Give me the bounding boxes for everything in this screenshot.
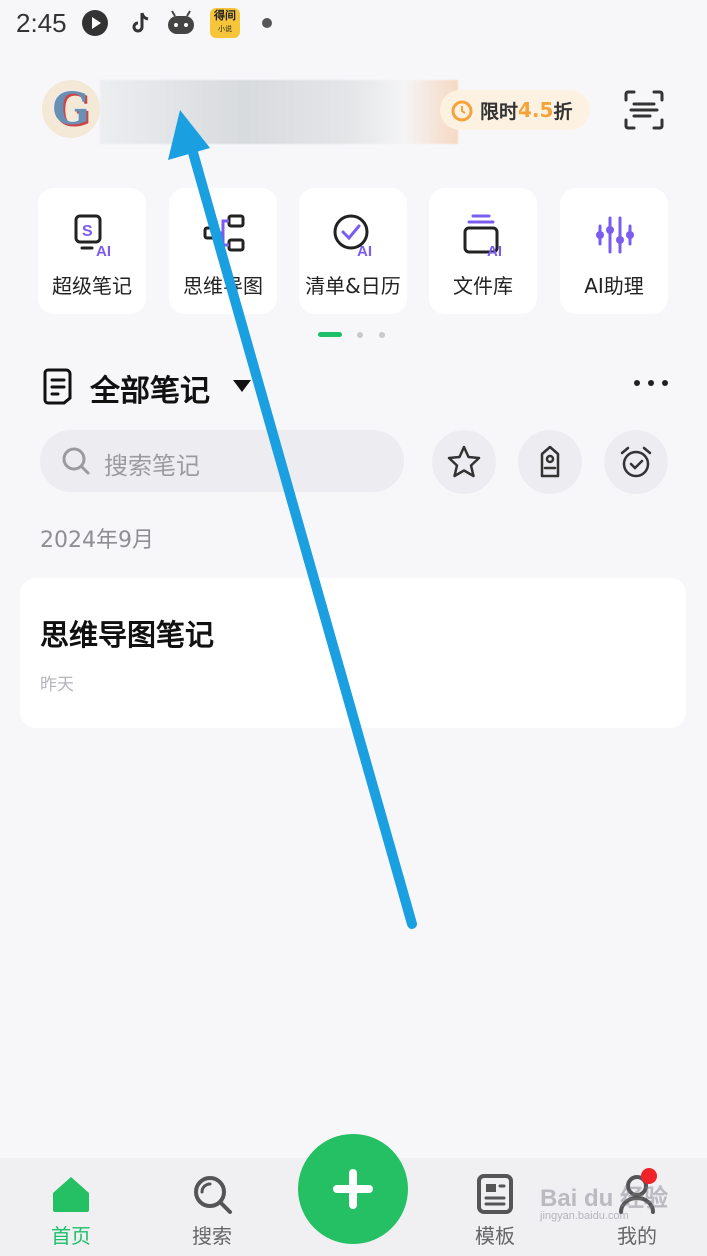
tile-super-note[interactable]: S AI 超级笔记 (38, 188, 146, 314)
star-icon (447, 445, 481, 478)
nav-home[interactable]: 首页 (26, 1172, 116, 1252)
svg-text:AI: AI (487, 243, 502, 260)
svg-text:AI: AI (96, 243, 111, 260)
tile-label: 清单&日历 (305, 274, 401, 298)
status-bar: 2:45 得间 小说 (0, 0, 707, 50)
tile-label: 文件库 (453, 274, 513, 298)
tiles-pager (318, 332, 398, 338)
scan-icon[interactable] (620, 86, 668, 134)
promo-value: 4.5 (518, 98, 554, 122)
chevron-down-icon[interactable] (233, 380, 251, 392)
notes-section-title[interactable]: 全部笔记 (90, 366, 210, 410)
nav-profile-label: 我的 (617, 1224, 657, 1248)
video-app-icon (82, 10, 108, 36)
tile-label: 思维导图 (183, 274, 263, 298)
pager-dot (379, 332, 385, 338)
checklist-ai-icon: AI (333, 214, 372, 260)
search-icon (62, 447, 90, 475)
tile-ai-assistant[interactable]: AI助理 (560, 188, 668, 314)
tile-label: AI助理 (584, 274, 644, 298)
pager-dot (357, 332, 363, 338)
username-blurred[interactable] (100, 80, 458, 144)
notes-section-header: 全部笔记 (40, 364, 670, 414)
note-time: 昨天 (40, 675, 74, 695)
note-title: 思维导图笔记 (40, 618, 215, 652)
nav-search[interactable]: 搜索 (167, 1172, 257, 1252)
home-icon (53, 1177, 89, 1212)
search-placeholder: 搜索笔记 (104, 452, 200, 480)
promo-badge[interactable]: 限时 4.5 折 (440, 90, 590, 130)
mindmap-icon (203, 214, 245, 252)
pager-dot-active (318, 332, 342, 337)
more-options-button[interactable] (634, 380, 670, 390)
novel-app-icon: 得间 小说 (210, 8, 240, 38)
template-icon (477, 1174, 513, 1214)
avatar[interactable]: G (42, 80, 100, 138)
tile-checklist[interactable]: AI 清单&日历 (299, 188, 407, 314)
add-note-button[interactable] (298, 1134, 408, 1244)
ai-assistant-icon (596, 216, 634, 254)
watermark-url: jingyan.baidu.com (540, 1210, 629, 1222)
status-time: 2:45 (16, 8, 67, 38)
nav-home-label: 首页 (51, 1224, 91, 1248)
date-group-label: 2024年9月 (40, 528, 154, 553)
svg-text:AI: AI (357, 243, 372, 260)
notification-dot (262, 18, 272, 28)
nav-search-label: 搜索 (192, 1224, 232, 1248)
nav-templates-label: 模板 (475, 1224, 515, 1248)
tag-icon (540, 445, 560, 478)
watermark: Bai du 经验 (540, 1185, 669, 1212)
novel-app-sub: 小说 (218, 25, 232, 33)
note-card[interactable]: 思维导图笔记 昨天 (20, 578, 686, 728)
notebook-icon (43, 368, 72, 405)
search-icon (194, 1176, 232, 1214)
game-icon (168, 10, 194, 34)
tag-filter-button[interactable] (518, 430, 582, 494)
search-input[interactable]: 搜索笔记 (40, 430, 404, 492)
tile-file-library[interactable]: AI 文件库 (429, 188, 537, 314)
favorites-filter-button[interactable] (432, 430, 496, 494)
tile-label: 超级笔记 (52, 274, 132, 298)
tiktok-icon (132, 12, 149, 33)
super-note-ai-icon: S AI (74, 214, 111, 260)
svg-text:S: S (82, 223, 93, 240)
file-library-ai-icon: AI (463, 214, 502, 260)
header: G 限时 4.5 折 (0, 72, 707, 148)
promo-suffix: 折 (553, 100, 573, 123)
reminder-filter-button[interactable] (604, 430, 668, 494)
promo-prefix: 限时 (480, 100, 519, 123)
novel-app-label: 得间 (214, 9, 236, 22)
avatar-letter: G (52, 84, 90, 135)
alarm-clock-icon (620, 446, 652, 478)
feature-tiles: S AI 超级笔记 思维导图 AI 清单&日历 AI 文件库 AI助理 (38, 188, 678, 314)
promo-clock-icon (451, 100, 473, 122)
nav-templates[interactable]: 模板 (450, 1172, 540, 1252)
tile-mindmap[interactable]: 思维导图 (169, 188, 277, 314)
